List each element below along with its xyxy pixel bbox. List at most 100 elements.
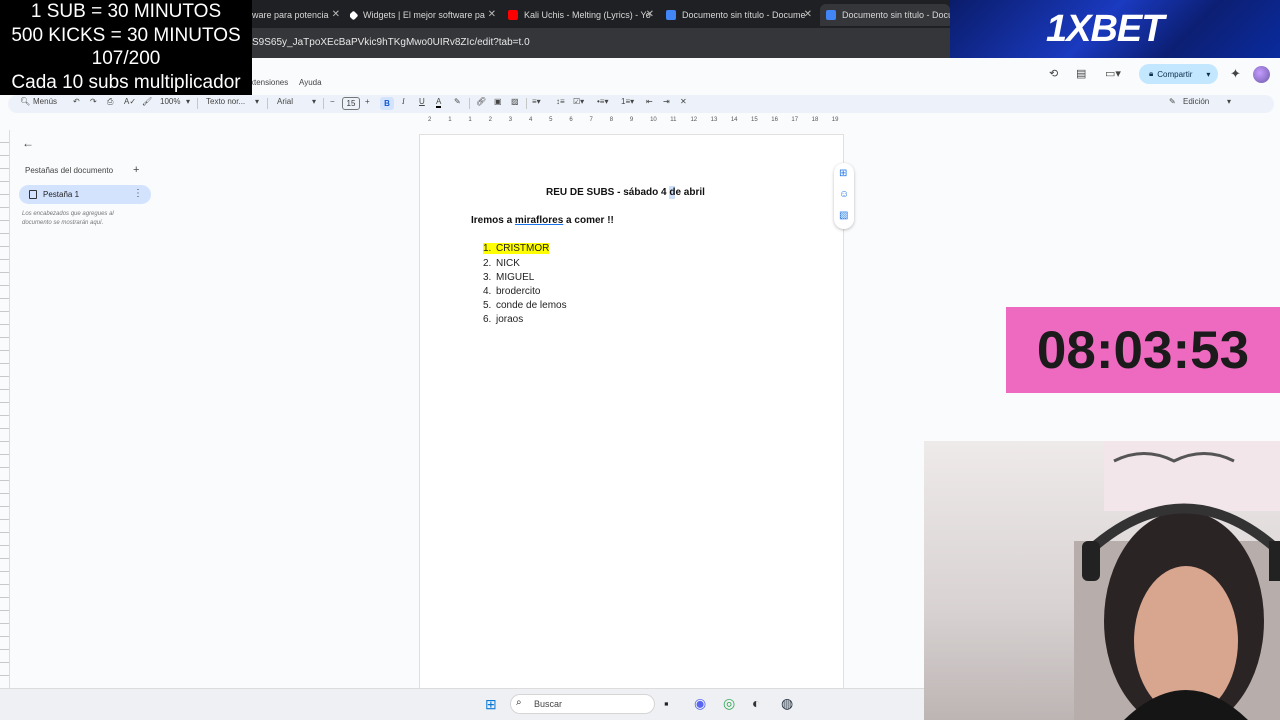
text-color-button[interactable]: A: [436, 97, 442, 108]
close-icon[interactable]: ✕: [488, 9, 496, 20]
chevron-down-icon[interactable]: ▾: [255, 97, 259, 106]
close-icon[interactable]: ✕: [804, 9, 812, 20]
list-item[interactable]: 1. CRISTMOR: [483, 243, 550, 254]
link-icon[interactable]: 🔗︎: [476, 97, 486, 106]
mode-select[interactable]: Edición: [1183, 97, 1209, 106]
windows-start-icon[interactable]: ⊞: [485, 696, 497, 713]
decrease-indent-icon[interactable]: ⇤: [646, 97, 653, 106]
chevron-down-icon[interactable]: ▾: [186, 97, 190, 106]
browser-tab[interactable]: Documento sin título - Docume ✕: [666, 4, 814, 26]
meet-icon[interactable]: ▭▾: [1105, 67, 1121, 80]
menu-extensions[interactable]: xtensiones: [250, 78, 288, 87]
ruler-mark: 14: [730, 117, 738, 123]
back-arrow-icon[interactable]: ←: [22, 136, 34, 150]
emoji-icon[interactable]: ☺: [839, 189, 849, 200]
list-item[interactable]: 3. MIGUEL: [483, 272, 534, 283]
discord-icon[interactable]: ◉: [694, 695, 706, 712]
add-tab-icon[interactable]: +: [133, 164, 139, 176]
list-text: joraos: [496, 314, 524, 325]
chevron-down-icon[interactable]: ▾: [1227, 97, 1231, 106]
close-icon[interactable]: ✕: [646, 9, 654, 20]
overlay-line: 500 KICKS = 30 MINUTOS: [11, 24, 241, 46]
horizontal-ruler[interactable]: 2 1 1 2 3 4 5 6 7 8 9 10 11 12 13 14 15 16 17 18 19: [420, 117, 844, 126]
chevron-down-icon[interactable]: ▾: [312, 97, 316, 106]
tab-label: Widgets | El mejor software pa: [363, 10, 485, 20]
menu-help[interactable]: Ayuda: [299, 78, 322, 87]
menus-search[interactable]: Menús: [33, 97, 57, 106]
document-subtitle[interactable]: Iremos a miraflores a comer !!: [471, 215, 614, 226]
checklist-icon[interactable]: ☑▾: [573, 97, 584, 106]
tab-label: ware para potencia: [252, 10, 329, 20]
webcam-image: [1074, 441, 1280, 720]
paint-format-icon[interactable]: 🖌︎: [142, 97, 152, 106]
overlay-line: Cada 10 subs multiplicador: [11, 71, 241, 93]
clear-formatting-icon[interactable]: ✕: [680, 97, 687, 106]
ruler-mark: 2: [428, 117, 432, 123]
gemini-icon[interactable]: ✦: [1230, 66, 1241, 82]
bold-button[interactable]: B: [380, 97, 394, 110]
bulleted-list-icon[interactable]: •≡▾: [597, 97, 608, 106]
subtitle-underlined-word: miraflores: [514, 215, 564, 226]
share-button[interactable]: 🔒︎ Compartir ▾: [1139, 64, 1218, 84]
list-number: 1.: [483, 243, 492, 254]
obs-icon[interactable]: ◐: [752, 695, 760, 711]
overlay-line: 1 SUB = 30 MINUTOS: [30, 1, 222, 22]
history-icon[interactable]: ⟲: [1049, 67, 1058, 80]
list-item[interactable]: 4. brodercito: [483, 286, 540, 297]
highlight-icon[interactable]: ✎: [454, 97, 461, 106]
avatar[interactable]: [1253, 66, 1270, 83]
toolbar-divider: [267, 98, 268, 109]
list-item[interactable]: 5. conde de lemos: [483, 300, 567, 311]
numbered-list-icon[interactable]: 1≡▾: [621, 97, 634, 106]
font-size-input[interactable]: 15: [342, 97, 360, 110]
add-comment-icon[interactable]: ⊞: [839, 168, 847, 179]
chrome-icon[interactable]: ◎: [723, 695, 735, 712]
suggest-edit-icon[interactable]: ▧: [839, 210, 848, 221]
image-icon[interactable]: ▨: [511, 97, 519, 106]
more-options-icon[interactable]: ⋮: [133, 188, 143, 199]
url-text[interactable]: S9S65y_JaTpoXEcBaPVkic9hTKgMwo0UIRv8ZIc/…: [252, 37, 530, 48]
lock-icon: 🔒︎: [1149, 69, 1154, 78]
print-icon[interactable]: ⎙: [107, 97, 113, 107]
close-icon[interactable]: ✕: [332, 9, 340, 20]
browser-tab-active[interactable]: Documento sin título - Docum: [820, 4, 950, 26]
ruler-mark: 8: [609, 117, 614, 123]
zoom-select[interactable]: 100%: [160, 97, 180, 106]
task-view-icon[interactable]: ▪: [664, 696, 669, 711]
toolbar-divider: [469, 98, 470, 109]
underline-button[interactable]: U: [419, 97, 425, 106]
ruler-mark: 5: [549, 117, 553, 123]
comments-icon[interactable]: ▤: [1076, 67, 1086, 80]
webcam-feed: [924, 441, 1280, 720]
font-select[interactable]: Arial: [277, 97, 293, 106]
align-icon[interactable]: ≡▾: [532, 97, 541, 106]
search-menus-icon[interactable]: 🔍︎: [20, 97, 30, 106]
comment-icon[interactable]: ▣: [494, 97, 502, 106]
ruler-mark: 17: [791, 117, 799, 123]
increase-font-icon[interactable]: +: [365, 97, 370, 106]
ruler-mark: 7: [589, 117, 593, 123]
spellcheck-icon[interactable]: A✓: [124, 97, 136, 106]
decrease-font-icon[interactable]: −: [330, 97, 335, 106]
ruler-mark: 13: [710, 117, 718, 123]
italic-button[interactable]: I: [402, 97, 405, 106]
increase-indent-icon[interactable]: ⇥: [663, 97, 670, 106]
taskbar-search[interactable]: [510, 694, 655, 714]
chevron-down-icon[interactable]: ▾: [1206, 70, 1210, 79]
list-item[interactable]: 2. NICK: [483, 258, 520, 269]
document-heading[interactable]: REU DE SUBS - sábado 4 de abril: [546, 187, 705, 198]
document-tab-label[interactable]: Pestaña 1: [43, 190, 79, 199]
browser-tab[interactable]: ware para potencia ✕: [252, 4, 342, 26]
taskbar-search-label[interactable]: Buscar: [534, 699, 562, 709]
undo-icon[interactable]: ↶: [73, 97, 80, 106]
steam-icon[interactable]: ◍: [781, 695, 793, 712]
list-item[interactable]: 6. joraos: [483, 314, 523, 325]
style-select[interactable]: Texto nor...: [206, 97, 245, 106]
list-text: conde de lemos: [496, 300, 567, 311]
browser-tab[interactable]: Widgets | El mejor software pa ✕: [350, 4, 498, 26]
line-spacing-icon[interactable]: ↕≡: [556, 97, 565, 106]
redo-icon[interactable]: ↷: [90, 97, 97, 106]
ruler-mark: 4: [528, 117, 533, 123]
browser-tab[interactable]: Kali Uchis - Melting (Lyrics) - Yo ✕: [508, 4, 656, 26]
document-tab-1[interactable]: [19, 185, 151, 204]
